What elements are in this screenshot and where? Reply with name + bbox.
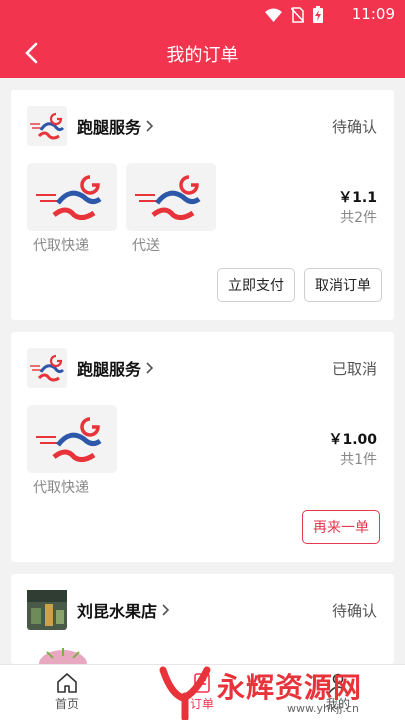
order-count: 共2件 xyxy=(340,210,377,226)
pay-now-button[interactable]: 立即支付 xyxy=(217,268,295,302)
item-thumbnail xyxy=(27,163,117,231)
order-card[interactable]: 刘昆水果店 待确认 xyxy=(11,574,394,664)
order-count: 共1件 xyxy=(340,452,377,468)
title-bar: 我的订单 xyxy=(0,28,405,78)
chevron-right-icon xyxy=(162,604,170,616)
order-status: 待确认 xyxy=(331,602,377,620)
status-time: 11:09 xyxy=(351,5,395,23)
tab-home[interactable]: 首页 xyxy=(37,671,97,712)
fruit-thumbnail xyxy=(39,648,87,664)
watermark-logo xyxy=(159,666,211,720)
status-bar: 11:09 xyxy=(0,0,405,28)
errand-logo-icon xyxy=(27,106,67,146)
shop-avatar xyxy=(27,590,67,630)
watermark-url: www.yhkjj.cn xyxy=(287,702,359,715)
chevron-right-icon xyxy=(146,120,154,132)
order-card[interactable]: 跑腿服务 待确认 代取快递 代送 ￥1.1 共2件 立即支付 取消订单 xyxy=(11,90,394,320)
battery-charging-icon xyxy=(313,6,323,23)
watermark: 永辉资源网 www.yhkjj.cn xyxy=(157,664,405,720)
reorder-button[interactable]: 再来一单 xyxy=(302,510,380,544)
watermark-text: 永辉资源网 xyxy=(217,671,363,704)
order-price: ￥1.00 xyxy=(328,432,377,448)
order-item[interactable]: 代送 xyxy=(126,163,216,255)
shop-row[interactable]: 刘昆水果店 xyxy=(27,590,170,630)
item-name: 代取快递 xyxy=(33,238,89,254)
tab-label: 首页 xyxy=(54,697,79,711)
order-item[interactable]: 代取快递 xyxy=(27,163,117,255)
page-title: 我的订单 xyxy=(166,45,239,66)
shop-name: 跑腿服务 xyxy=(77,118,142,137)
errand-runner-icon xyxy=(36,417,102,463)
shop-name: 刘昆水果店 xyxy=(77,602,158,621)
errand-runner-icon xyxy=(135,175,201,221)
cancel-order-button[interactable]: 取消订单 xyxy=(304,268,382,302)
shop-row[interactable]: 跑腿服务 xyxy=(27,348,154,388)
home-icon xyxy=(57,673,77,693)
wifi-icon xyxy=(265,8,282,22)
shop-name: 跑腿服务 xyxy=(77,360,142,379)
errand-runner-icon xyxy=(36,175,102,221)
order-item[interactable]: 代取快递 xyxy=(27,405,117,497)
item-name: 代送 xyxy=(132,238,160,254)
order-status: 已取消 xyxy=(331,360,377,378)
errand-logo-icon xyxy=(27,348,67,388)
chevron-right-icon xyxy=(146,362,154,374)
status-icons xyxy=(265,6,323,23)
item-thumbnail xyxy=(126,163,216,231)
no-sim-icon xyxy=(291,6,304,23)
item-thumbnail xyxy=(27,405,117,473)
item-name: 代取快递 xyxy=(33,480,89,496)
order-price: ￥1.1 xyxy=(338,190,377,206)
order-status: 待确认 xyxy=(331,118,377,136)
shop-row[interactable]: 跑腿服务 xyxy=(27,106,154,146)
order-card[interactable]: 跑腿服务 已取消 代取快递 ￥1.00 共1件 再来一单 xyxy=(11,332,394,562)
